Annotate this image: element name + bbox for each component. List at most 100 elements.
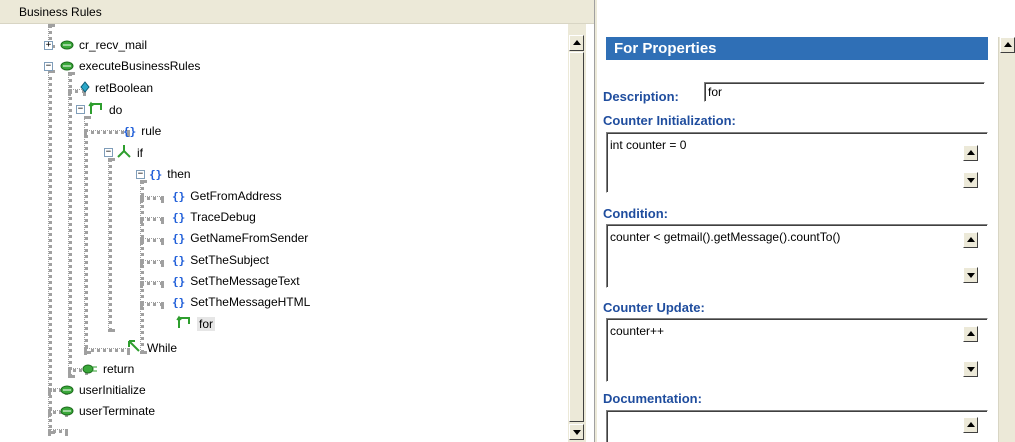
tree-line xyxy=(140,302,164,306)
node-label: return xyxy=(103,362,135,376)
node-label: TraceDebug xyxy=(190,210,256,224)
tree-node[interactable]: {} SetTheMessageHTML xyxy=(172,293,310,311)
counter-update-label: Counter Update: xyxy=(603,300,705,315)
tree-node[interactable]: retBoolean xyxy=(80,79,153,97)
node-label: While xyxy=(147,341,178,355)
tree-node[interactable]: if xyxy=(116,144,143,162)
scroll-down-button[interactable] xyxy=(963,172,978,188)
node-label: cr_recv_mail xyxy=(79,38,148,52)
loop-icon xyxy=(88,101,104,120)
scroll-up-button[interactable] xyxy=(1000,37,1015,53)
tree-line xyxy=(84,348,130,352)
tree-node[interactable]: {} SetTheMessageText xyxy=(172,272,300,290)
tree-node-selected[interactable]: for xyxy=(176,315,216,333)
method-icon xyxy=(60,58,74,76)
collapse-toggle[interactable]: − xyxy=(44,62,53,71)
tree-node[interactable]: executeBusinessRules xyxy=(60,57,200,75)
tree-line xyxy=(140,238,164,242)
tree-line xyxy=(48,429,68,433)
condition-textarea[interactable]: counter < getmail().getMessage().countTo… xyxy=(606,224,988,288)
tree-node[interactable]: {} then xyxy=(149,165,191,183)
counter-init-textarea[interactable]: int counter = 0 xyxy=(606,132,988,193)
tree-node[interactable]: cr_recv_mail xyxy=(60,36,147,54)
scroll-down-button[interactable] xyxy=(569,424,584,440)
node-label: SetTheMessageText xyxy=(190,274,300,288)
expand-toggle[interactable]: + xyxy=(44,41,53,50)
tree-line xyxy=(48,70,52,434)
documentation-textarea[interactable] xyxy=(606,410,988,442)
branch-icon xyxy=(116,144,132,163)
counter-update-textarea[interactable]: counter++ xyxy=(606,318,988,382)
tree-line xyxy=(140,196,164,200)
tree-node[interactable]: While xyxy=(126,339,177,357)
tree-node[interactable]: return xyxy=(82,360,134,378)
scroll-up-button[interactable] xyxy=(963,232,978,248)
node-label: SetTheMessageHTML xyxy=(190,295,311,309)
scroll-down-button[interactable] xyxy=(963,361,978,377)
braces-icon: {} xyxy=(172,189,186,203)
return-icon xyxy=(82,361,98,379)
tree-node[interactable]: do xyxy=(88,101,122,119)
tree-node[interactable]: {} SetTheSubject xyxy=(172,251,269,269)
panel-header: Business Rules xyxy=(0,0,594,24)
braces-icon: {} xyxy=(123,124,137,138)
tree-node[interactable]: {} GetNameFromSender xyxy=(172,229,308,247)
panel-title: Business Rules xyxy=(19,5,102,19)
counter-init-text: int counter = 0 xyxy=(610,138,687,152)
tree-node[interactable]: {} TraceDebug xyxy=(172,208,256,226)
tree-node[interactable]: {} GetFromAddress xyxy=(172,187,282,205)
braces-icon: {} xyxy=(172,253,186,267)
node-label: GetNameFromSender xyxy=(190,231,309,245)
counter-update-text: counter++ xyxy=(610,324,665,338)
braces-icon: {} xyxy=(172,274,186,288)
scroll-thumb[interactable] xyxy=(569,52,584,422)
tree-scrollbar[interactable] xyxy=(568,24,586,442)
tree-node[interactable]: {} rule xyxy=(123,122,161,140)
braces-icon: {} xyxy=(149,167,163,181)
node-label: then xyxy=(167,167,191,181)
node-label: for xyxy=(197,317,216,331)
node-label: rule xyxy=(141,124,162,138)
documentation-label: Documentation: xyxy=(603,391,702,406)
node-label: retBoolean xyxy=(95,81,154,95)
braces-icon: {} xyxy=(172,210,186,224)
arrow-icon xyxy=(126,339,142,358)
condition-label: Condition: xyxy=(603,206,668,221)
node-label: if xyxy=(137,146,143,160)
description-input[interactable] xyxy=(704,82,985,102)
node-label: executeBusinessRules xyxy=(79,59,201,73)
braces-icon: {} xyxy=(172,231,186,245)
tree-line xyxy=(108,158,112,332)
tree-node[interactable]: userTerminate xyxy=(60,402,155,420)
tree-line xyxy=(68,72,72,378)
tree-line xyxy=(140,217,164,221)
properties-panel: For Properties Description: Counter Init… xyxy=(598,0,1015,442)
node-label: userTerminate xyxy=(79,404,156,418)
method-icon xyxy=(60,403,74,421)
variable-icon xyxy=(80,80,90,98)
scroll-up-button[interactable] xyxy=(963,326,978,342)
properties-scrollbar[interactable] xyxy=(998,37,1015,442)
collapse-toggle[interactable]: − xyxy=(104,148,113,157)
node-label: SetTheSubject xyxy=(190,253,269,267)
condition-text: counter < getmail().getMessage().countTo… xyxy=(610,230,841,244)
counter-init-label: Counter Initialization: xyxy=(603,113,736,128)
scroll-down-button[interactable] xyxy=(963,267,978,283)
braces-icon: {} xyxy=(172,295,186,309)
method-icon xyxy=(60,37,74,55)
collapse-toggle[interactable]: − xyxy=(76,105,85,114)
node-label: GetFromAddress xyxy=(190,189,282,203)
business-rules-tree[interactable]: + − − − − cr_recv_mail executeBusinessRu… xyxy=(0,24,568,442)
tree-line xyxy=(84,116,88,354)
node-label: do xyxy=(109,103,123,117)
tree-line xyxy=(140,180,144,354)
description-label: Description: xyxy=(603,89,679,104)
method-icon xyxy=(60,382,74,400)
collapse-toggle[interactable]: − xyxy=(136,170,145,179)
scroll-up-button[interactable] xyxy=(963,417,978,433)
tree-node[interactable]: userInitialize xyxy=(60,381,146,399)
node-label: userInitialize xyxy=(79,383,146,397)
scroll-up-button[interactable] xyxy=(569,35,584,51)
scroll-up-button[interactable] xyxy=(963,145,978,161)
tree-line xyxy=(140,281,164,285)
